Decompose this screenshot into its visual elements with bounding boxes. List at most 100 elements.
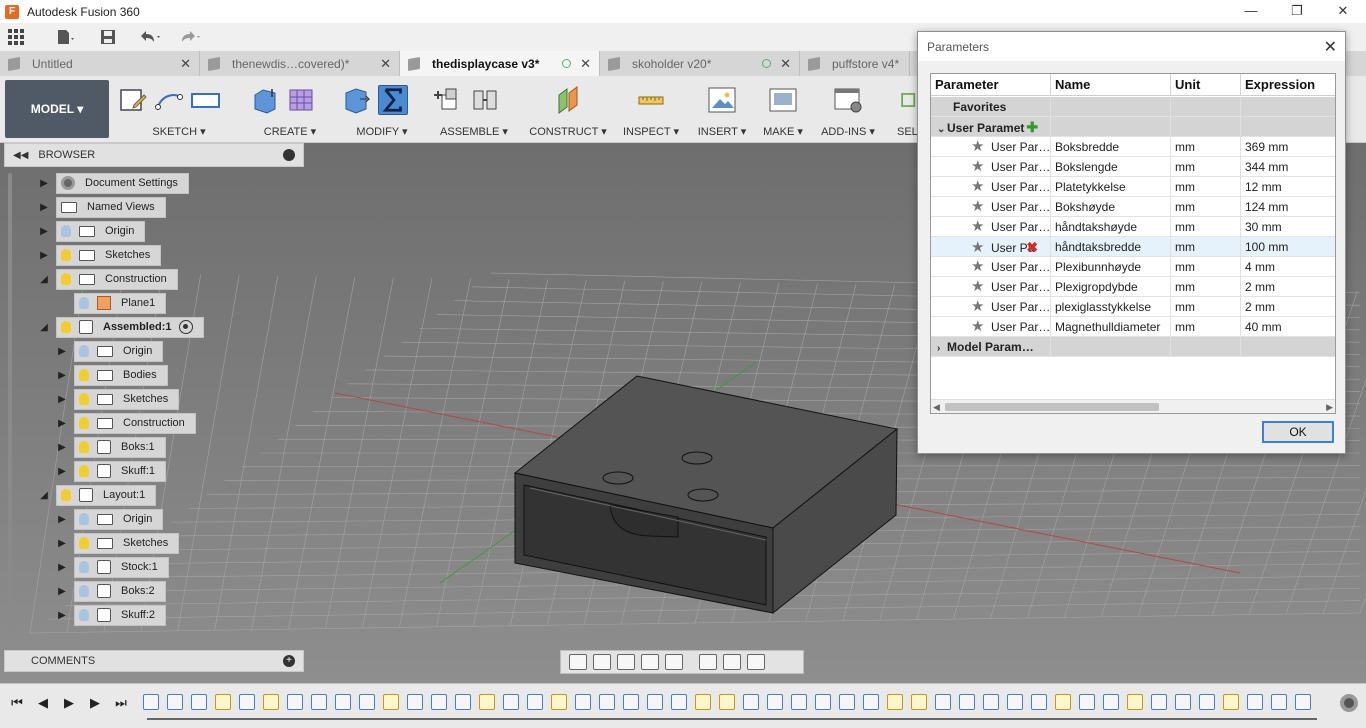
table-row[interactable]: ★ User Par… Bokslengde mm 344 mm <box>931 157 1335 177</box>
insert-image-icon[interactable] <box>707 85 737 115</box>
param-name[interactable]: Boksbredde <box>1051 137 1171 157</box>
param-unit[interactable]: mm <box>1171 277 1241 297</box>
timeline-feature-icon[interactable] <box>647 694 663 710</box>
create-group[interactable]: CREATE ▾ <box>250 82 330 140</box>
tab-thenewdis[interactable]: thenewdis…covered)* ✕ <box>200 51 400 76</box>
pan-hand-icon[interactable] <box>617 654 635 670</box>
insert-group[interactable]: INSERT ▾ <box>694 82 750 140</box>
table-row[interactable]: ★ User Par… Bokshøyde mm 124 mm <box>931 197 1335 217</box>
timeline-track[interactable] <box>143 694 1323 716</box>
press-pull-icon[interactable] <box>342 85 372 115</box>
timeline-feature-icon[interactable] <box>287 694 303 710</box>
param-unit[interactable]: mm <box>1171 317 1241 337</box>
param-expression[interactable]: 2 mm <box>1241 277 1335 297</box>
3d-print-icon[interactable] <box>768 85 798 115</box>
timeline-feature-icon[interactable] <box>1007 694 1023 710</box>
expand-icon[interactable]: ▶ <box>38 172 50 194</box>
timeline-feature-icon[interactable] <box>767 694 783 710</box>
tree-node[interactable]: ▶ Origin <box>56 340 164 362</box>
timeline-feature-icon[interactable] <box>839 694 855 710</box>
favorite-star-icon[interactable]: ★ <box>971 279 985 294</box>
timeline-feature-icon[interactable] <box>1247 694 1263 710</box>
construct-menu-label[interactable]: CONSTRUCT ▾ <box>528 125 608 138</box>
expand-icon[interactable]: ▶ <box>56 556 68 578</box>
visibility-bulb-icon[interactable] <box>79 465 89 477</box>
inspect-group[interactable]: INSPECT ▾ <box>618 82 684 140</box>
favorite-star-icon[interactable]: ★ <box>971 240 985 255</box>
undo-icon[interactable] <box>134 24 166 50</box>
visibility-bulb-icon[interactable] <box>79 609 89 621</box>
tree-node[interactable]: ◢ Assembled:1 <box>38 316 205 338</box>
timeline-feature-icon[interactable] <box>1103 694 1119 710</box>
sketch-group[interactable]: SKETCH ▾ <box>118 82 240 140</box>
timeline-feature-icon[interactable] <box>1151 694 1167 710</box>
table-row-selected[interactable]: ★ User Pa✖ håndtaksbredde mm 100 mm <box>931 237 1335 257</box>
make-menu-label[interactable]: MAKE ▾ <box>760 125 806 138</box>
scrollbar-thumb[interactable] <box>945 403 1159 411</box>
form-icon[interactable] <box>286 85 316 115</box>
apps-grid-icon[interactable] <box>0 24 32 50</box>
tree-node[interactable]: ▶ Named Views <box>38 196 166 218</box>
close-icon[interactable]: ✕ <box>580 56 591 72</box>
dialog-title-bar[interactable]: Parameters ✕ <box>918 32 1345 61</box>
tree-node[interactable]: ▶ Sketches <box>56 532 180 554</box>
timeline-feature-icon[interactable] <box>1223 694 1239 710</box>
favorite-star-icon[interactable]: ★ <box>971 299 985 314</box>
offset-plane-icon[interactable] <box>553 85 583 115</box>
table-row[interactable]: ★ User Par… plexiglasstykkelse mm 2 mm <box>931 297 1335 317</box>
param-expression[interactable]: 40 mm <box>1241 317 1335 337</box>
arc-icon[interactable] <box>154 85 184 115</box>
timeline-feature-icon[interactable] <box>1079 694 1095 710</box>
expand-icon[interactable]: ▶ <box>56 604 68 626</box>
param-name[interactable]: plexiglasstykkelse <box>1051 297 1171 317</box>
timeline-settings-gear-icon[interactable] <box>1340 694 1358 712</box>
timeline-feature-icon[interactable] <box>1055 694 1071 710</box>
timeline-feature-icon[interactable] <box>1175 694 1191 710</box>
timeline-feature-icon[interactable] <box>383 694 399 710</box>
visibility-bulb-icon[interactable] <box>61 273 71 285</box>
scroll-right-icon[interactable]: ▶ <box>1326 400 1333 413</box>
add-comment-icon[interactable]: + <box>283 655 295 667</box>
assemble-menu-label[interactable]: ASSEMBLE ▾ <box>434 125 514 138</box>
play-icon[interactable]: ▶ <box>60 694 78 712</box>
close-icon[interactable]: ✕ <box>1324 37 1337 57</box>
activate-component-icon[interactable] <box>179 320 194 334</box>
insert-menu-label[interactable]: INSERT ▾ <box>694 125 750 138</box>
param-name[interactable]: Plexibunnhøyde <box>1051 257 1171 277</box>
tree-node[interactable]: ▶ Bodies <box>56 364 168 386</box>
visibility-bulb-icon[interactable] <box>61 489 71 501</box>
model-parameters-group-row[interactable]: › Model Param… <box>931 337 1335 357</box>
timeline-feature-icon[interactable] <box>671 694 687 710</box>
favorite-star-icon[interactable]: ★ <box>971 159 985 174</box>
timeline-feature-icon[interactable] <box>575 694 591 710</box>
param-unit[interactable]: mm <box>1171 237 1241 257</box>
visibility-bulb-icon[interactable] <box>61 321 71 333</box>
close-window-button[interactable]: ✕ <box>1320 0 1366 23</box>
select-menu-label[interactable]: SELI <box>897 126 921 138</box>
visibility-bulb-icon[interactable] <box>79 417 89 429</box>
timeline-feature-icon[interactable] <box>935 694 951 710</box>
expand-group-icon[interactable]: › <box>937 339 947 357</box>
tab-thedisplaycase[interactable]: thedisplaycase v3* ✕ <box>400 51 600 76</box>
select-icon[interactable] <box>890 85 916 115</box>
tree-node[interactable]: ▶ Boks:2 <box>56 580 166 602</box>
create-sketch-icon[interactable] <box>118 85 148 115</box>
timeline-feature-icon[interactable] <box>167 694 183 710</box>
timeline-feature-icon[interactable] <box>911 694 927 710</box>
step-back-icon[interactable]: ◀ <box>34 694 52 712</box>
timeline-feature-icon[interactable] <box>983 694 999 710</box>
timeline-feature-icon[interactable] <box>455 694 471 710</box>
param-unit[interactable]: mm <box>1171 177 1241 197</box>
parameters-sigma-icon[interactable] <box>378 85 408 115</box>
timeline-feature-icon[interactable] <box>263 694 279 710</box>
param-expression[interactable]: 369 mm <box>1241 137 1335 157</box>
grid-settings-icon[interactable] <box>723 654 741 670</box>
param-name[interactable]: Bokshøyde <box>1051 197 1171 217</box>
table-row[interactable]: ★ User Par… Platetykkelse mm 12 mm <box>931 177 1335 197</box>
minimize-button[interactable]: — <box>1228 0 1274 23</box>
param-expression[interactable]: 4 mm <box>1241 257 1335 277</box>
ok-button[interactable]: OK <box>1262 421 1334 443</box>
param-expression[interactable]: 344 mm <box>1241 157 1335 177</box>
viewports-icon[interactable] <box>747 654 765 670</box>
expand-icon[interactable]: ▶ <box>38 244 50 266</box>
